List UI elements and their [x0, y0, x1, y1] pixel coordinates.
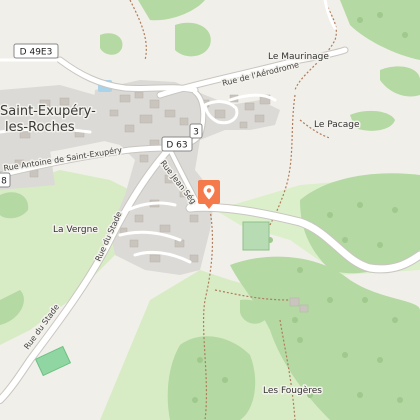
place-label-les-fougeres: Les Fougères	[263, 385, 322, 396]
place-label-le-maurinage: Le Maurinage	[268, 52, 329, 62]
map-view[interactable]: Rue de l'Aérodrome Rue Antoine de Saint-…	[0, 0, 420, 420]
town-label-line1: Saint-Exupéry-	[0, 104, 96, 119]
svg-text:D 63: D 63	[166, 141, 187, 151]
town-label-line2: les-Roches	[5, 120, 75, 135]
forest-area	[167, 336, 256, 420]
svg-text:D 49E3: D 49E3	[20, 48, 53, 58]
route-shield-d63-partial: 3	[189, 123, 203, 139]
sports-pitch	[242, 221, 270, 251]
map-canvas[interactable]: Rue de l'Aérodrome Rue Antoine de Saint-…	[0, 0, 420, 420]
route-shield-d49e3: D 49E3	[13, 43, 59, 59]
place-label-la-vergne: La Vergne	[53, 225, 98, 235]
svg-text:3: 3	[193, 128, 199, 138]
place-label-le-pacage: Le Pacage	[314, 120, 360, 130]
route-shield-edge-partial: 8	[0, 172, 11, 188]
svg-text:8: 8	[1, 177, 7, 187]
route-shield-d63: D 63	[161, 136, 193, 152]
